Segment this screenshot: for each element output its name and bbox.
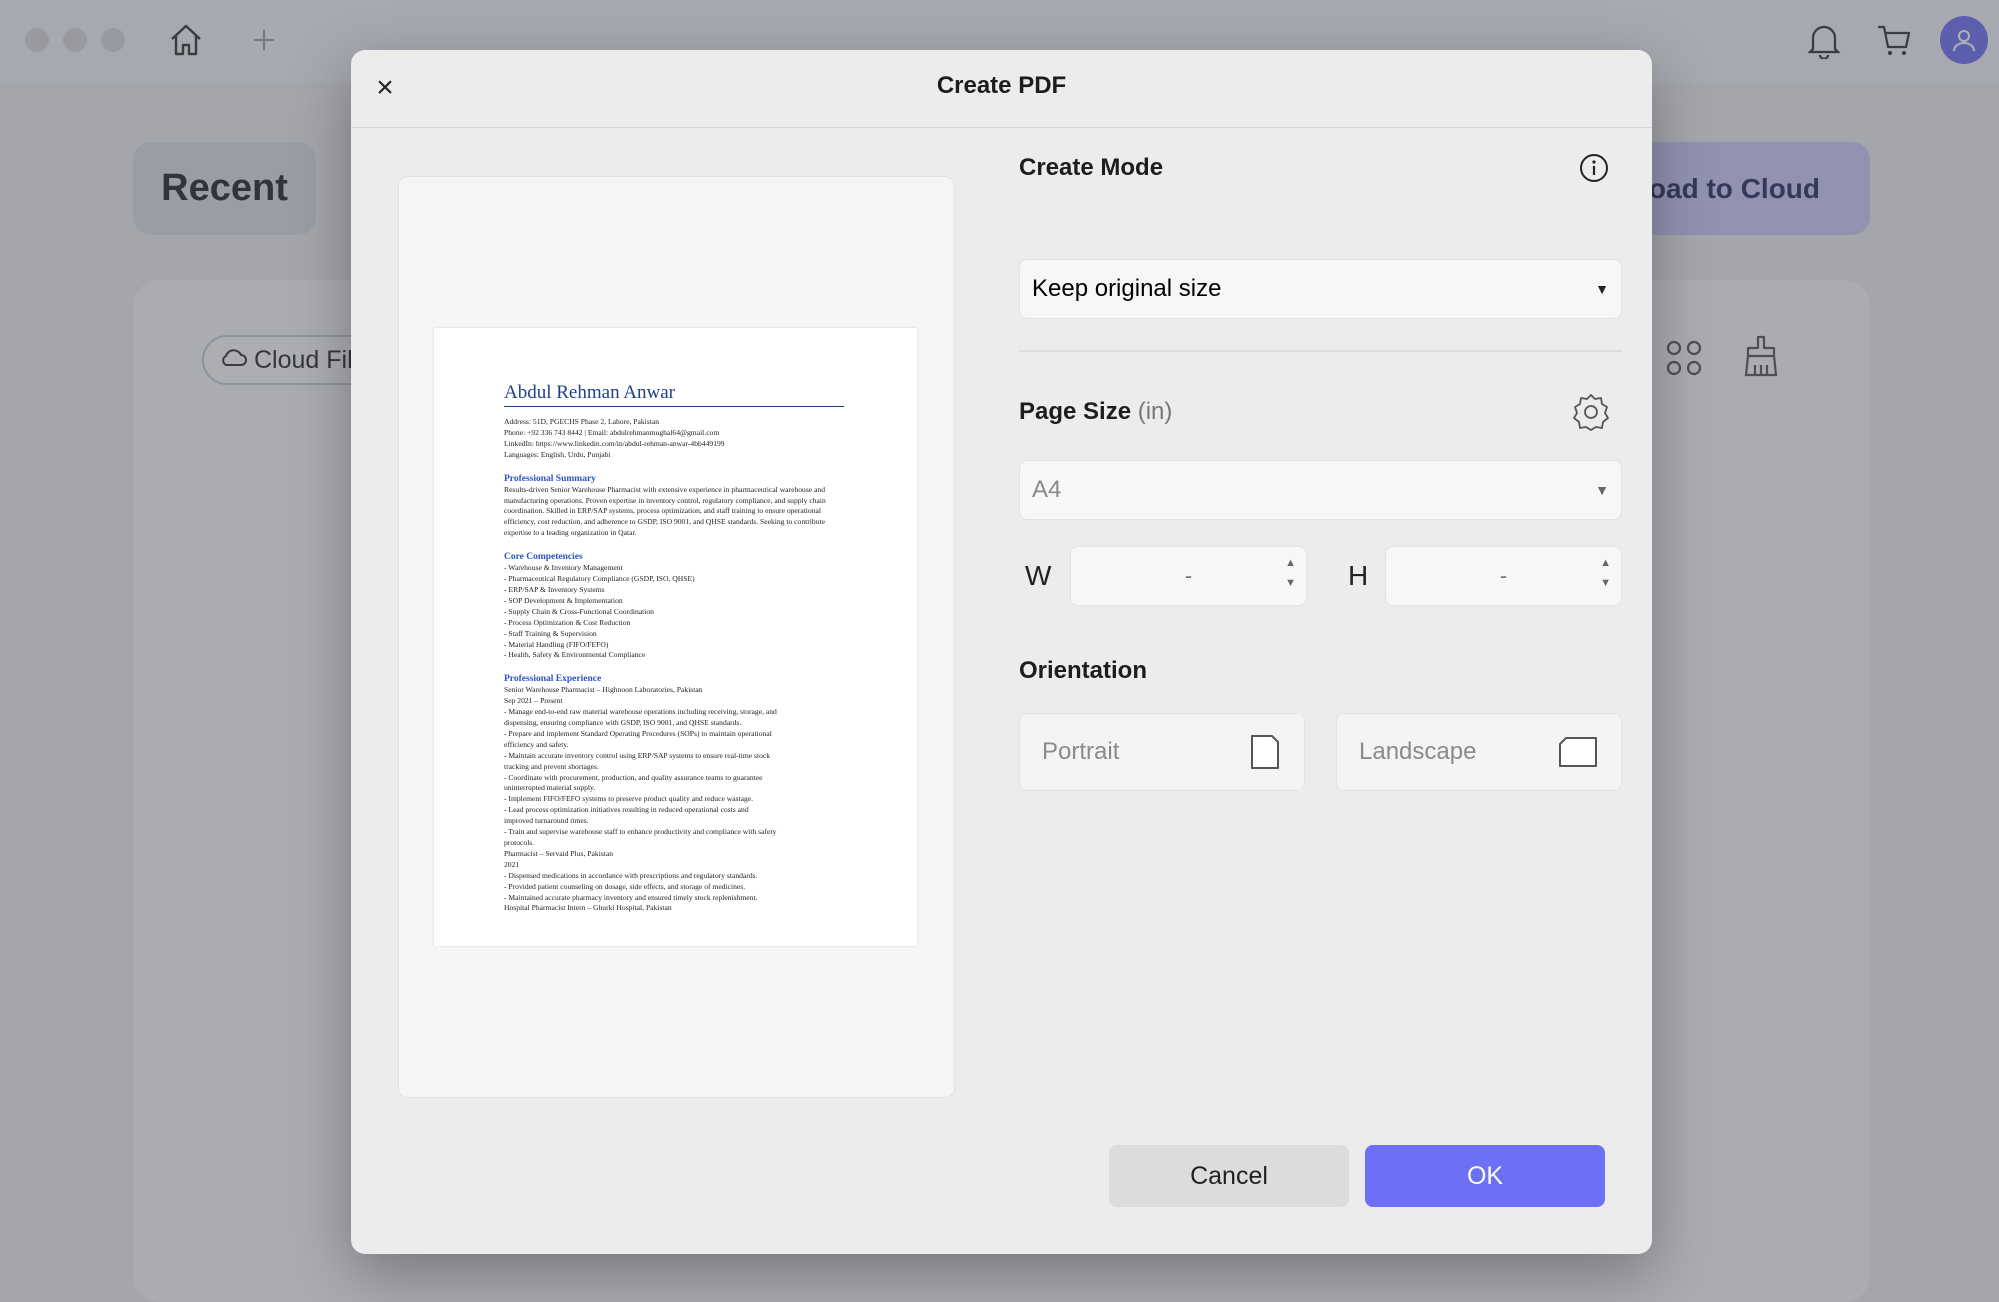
chevron-down-icon: ▼ — [1595, 281, 1609, 297]
cv-line: improved turnaround times. — [504, 816, 589, 826]
orientation-row: Orientation — [1019, 654, 1622, 688]
cv-line: Senior Warehouse Pharmacist – Highnoon L… — [504, 685, 703, 695]
cv-line: - Maintained accurate pharmacy inventory… — [504, 892, 758, 902]
cv-experience-title: Professional Experience — [504, 674, 602, 685]
cv-line: Hospital Pharmacist Intern – Ghurki Hosp… — [504, 903, 672, 913]
cv-line: - ERP/SAP & Inventory Systems — [504, 584, 605, 594]
portrait-page-icon — [1248, 732, 1282, 772]
cv-line: - Coordinate with procurement, productio… — [504, 772, 763, 782]
decrement-icon: ▼ — [1600, 577, 1611, 589]
portrait-label: Portrait — [1042, 738, 1120, 765]
width-label: W — [1025, 560, 1052, 591]
width-spinner[interactable]: ▲ ▼ — [1285, 556, 1296, 590]
document-preview: Abdul Rehman Anwar Address: 51D, PGECHS … — [398, 176, 955, 1098]
cv-name: Abdul Rehman Anwar — [504, 382, 844, 407]
cv-line: efficiency and safety. — [504, 739, 569, 749]
height-spinner[interactable]: ▲ ▼ — [1600, 556, 1611, 590]
cv-line: - Prepare and implement Standard Operati… — [504, 728, 772, 738]
ok-button[interactable]: OK — [1365, 1145, 1605, 1207]
height-value: - — [1499, 563, 1508, 588]
cv-competencies: - Warehouse & Inventory Management - Phar… — [504, 563, 844, 661]
cv-summary-title: Professional Summary — [504, 473, 596, 484]
cv-line: Sep 2021 – Present — [504, 696, 563, 706]
create-mode-row: Create Mode — [1019, 151, 1622, 185]
cv-line: Pharmacist – Servaid Plus, Pakistan — [504, 848, 614, 858]
cv-line: LinkedIn: https://www.linkedin.com/in/ab… — [504, 438, 725, 448]
increment-icon: ▲ — [1600, 557, 1611, 569]
portrait-option[interactable]: Portrait — [1019, 713, 1305, 791]
cv-line: - Warehouse & Inventory Management — [504, 563, 623, 573]
cv-line: protocols. — [504, 838, 535, 847]
cv-line: - Material Handling (FIFO/FEFO) — [504, 639, 609, 649]
gear-icon[interactable] — [1571, 392, 1611, 432]
cv-line: Phone: +92 336 743 8442 | Email: abdulre… — [504, 427, 720, 437]
create-pdf-dialog: × Create PDF Abdul Rehman Anwar Address:… — [351, 50, 1652, 1254]
cv-experience: Senior Warehouse Pharmacist – Highnoon L… — [504, 685, 844, 914]
height-label: H — [1348, 560, 1369, 591]
cancel-button[interactable]: Cancel — [1109, 1145, 1349, 1207]
cv-line: Languages: English, Urdu, Punjabi — [504, 449, 611, 459]
cv-line: - Provided patient counseling on dosage,… — [504, 881, 746, 891]
landscape-label: Landscape — [1359, 738, 1477, 765]
cv-line: uninterrupted material supply. — [504, 783, 596, 793]
create-mode-label: Create Mode — [1019, 154, 1164, 181]
page-size-row: Page Size (in) — [1019, 392, 1622, 432]
dialog-header: × Create PDF — [351, 50, 1652, 128]
cv-contact: Address: 51D, PGECHS Phase 2, Lahore, Pa… — [504, 417, 844, 461]
page-size-value: A4 — [1032, 476, 1062, 503]
height-stepper[interactable]: - ▲ ▼ — [1385, 546, 1622, 606]
dialog-title: Create PDF — [936, 72, 1067, 99]
cv-line: - Train and supervise warehouse staff to… — [504, 827, 777, 837]
cv-competencies-title: Core Competencies — [504, 552, 583, 563]
cv-line: - Implement FIFO/FEFO systems to preserv… — [504, 794, 754, 804]
decrement-icon: ▼ — [1285, 577, 1296, 589]
cv-line: - Health, Safety & Environmental Complia… — [504, 650, 646, 660]
cv-line: dispensing, ensuring compliance with GSD… — [504, 718, 742, 728]
cv-summary: Results-driven Senior Warehouse Pharmaci… — [504, 484, 826, 538]
cv-line: tracking and prevent shortages. — [504, 761, 599, 771]
cv-line: Address: 51D, PGECHS Phase 2, Lahore, Pa… — [504, 417, 660, 426]
cv-line: - Maintain accurate inventory control us… — [504, 750, 771, 760]
divider — [1019, 350, 1622, 352]
create-mode-value: Keep original size — [1032, 275, 1222, 302]
chevron-down-icon: ▼ — [1595, 482, 1609, 498]
page-size-select[interactable]: A4 ▼ — [1019, 460, 1622, 520]
preview-page: Abdul Rehman Anwar Address: 51D, PGECHS … — [434, 328, 917, 946]
info-icon[interactable] — [1578, 152, 1610, 184]
cv-line: - Supply Chain & Cross-Functional Coordi… — [504, 606, 654, 616]
cv-line: - Manage end-to-end raw material warehou… — [504, 707, 777, 717]
cv-line: - Pharmaceutical Regulatory Compliance (… — [504, 574, 695, 584]
cv-line: - SOP Development & Implementation — [504, 595, 623, 605]
create-mode-select[interactable]: Keep original size ▼ — [1019, 259, 1622, 319]
width-value: - — [1184, 563, 1193, 588]
cv-line: - Lead process optimization initiatives … — [504, 805, 749, 815]
cv-line: 2021 — [504, 859, 520, 869]
landscape-option[interactable]: Landscape — [1336, 713, 1622, 791]
cv-line: - Staff Training & Supervision — [504, 628, 597, 638]
cv-line: - Dispensed medications in accordance wi… — [504, 870, 758, 880]
width-stepper[interactable]: - ▲ ▼ — [1070, 546, 1307, 606]
landscape-page-icon — [1557, 735, 1599, 769]
page-size-unit: (in) — [1137, 398, 1173, 425]
increment-icon: ▲ — [1285, 557, 1296, 569]
cv-line: - Process Optimization & Cost Reduction — [504, 617, 631, 627]
orientation-label: Orientation — [1019, 657, 1148, 684]
page-size-label: Page Size (in) — [1019, 398, 1173, 425]
